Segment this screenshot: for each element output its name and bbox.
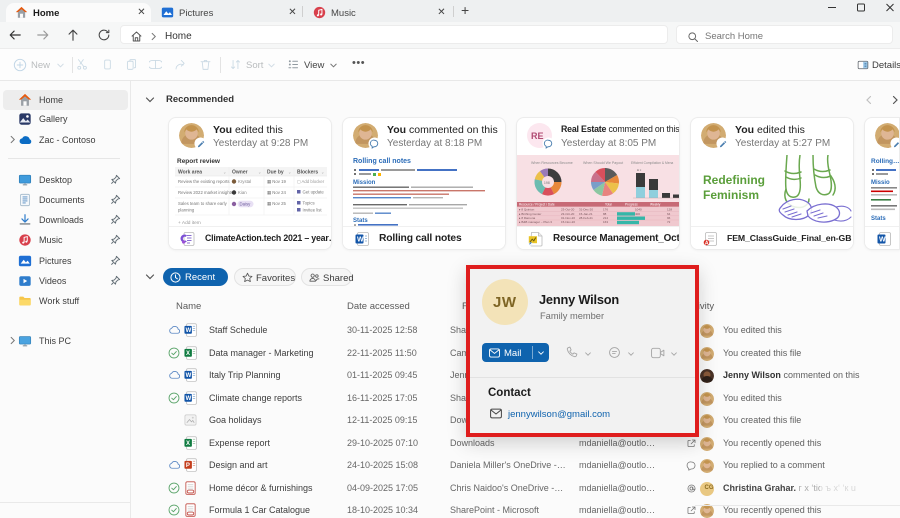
svg-text:W: W bbox=[186, 328, 192, 334]
svg-text:planning: planning bbox=[178, 208, 195, 213]
svg-text:198: 198 bbox=[544, 181, 550, 185]
svg-text:400: 400 bbox=[635, 212, 640, 216]
svg-text:P: P bbox=[186, 463, 190, 469]
svg-text:▦ Nov 25: ▦ Nov 25 bbox=[267, 201, 286, 206]
svg-text:72: 72 bbox=[667, 220, 671, 224]
svg-text:W: W bbox=[357, 237, 364, 244]
svg-text:⌄: ⌄ bbox=[288, 170, 291, 175]
svg-text:X: X bbox=[186, 351, 190, 357]
svg-text:▪▪ ▪: ▪▪ ▪ bbox=[637, 168, 641, 172]
svg-text:⌄: ⌄ bbox=[258, 170, 261, 175]
svg-text:⌄: ⌄ bbox=[223, 170, 226, 175]
svg-text:Get update: Get update bbox=[303, 190, 325, 195]
svg-text:163: 163 bbox=[603, 220, 608, 224]
svg-text:When Resources Become: When Resources Become bbox=[531, 161, 573, 165]
svg-text:Efficient Compilation & Mena: Efficient Compilation & Mena bbox=[631, 161, 673, 165]
svg-text:▦ Nov 24: ▦ Nov 24 bbox=[267, 190, 286, 195]
svg-text:28-Feb-21: 28-Feb-21 bbox=[579, 216, 593, 220]
svg-text:When Should We Payout: When Should We Payout bbox=[583, 161, 623, 165]
svg-text:Stats: Stats bbox=[871, 216, 886, 222]
svg-text:Sales team to share early: Sales team to share early bbox=[178, 201, 228, 206]
svg-text:Stats: Stats bbox=[353, 218, 368, 224]
svg-text:Progress: Progress bbox=[625, 203, 638, 207]
svg-text:Due by: Due by bbox=[267, 170, 284, 176]
svg-text:15-Nov-20: 15-Nov-20 bbox=[561, 220, 575, 224]
svg-text:Review the existing reports: Review the existing reports bbox=[178, 179, 230, 184]
svg-text:Daisy: Daisy bbox=[240, 202, 252, 207]
svg-text:⌄: ⌄ bbox=[321, 170, 324, 175]
svg-text:W: W bbox=[186, 396, 192, 402]
svg-text:W: W bbox=[186, 373, 192, 379]
svg-text:Work area: Work area bbox=[178, 170, 202, 176]
svg-text:◻ Add blocker: ◻ Add blocker bbox=[297, 179, 325, 184]
svg-text:Owner: Owner bbox=[232, 170, 248, 176]
svg-text:A: A bbox=[705, 240, 709, 246]
svg-text:Total: Total bbox=[605, 203, 612, 207]
svg-text:▸ B&B manager – Plan 3: ▸ B&B manager – Plan 3 bbox=[519, 220, 552, 224]
svg-text:Review 2022 market insights: Review 2022 market insights bbox=[178, 190, 233, 195]
svg-text:Missio: Missio bbox=[871, 180, 890, 186]
svg-text:▦ Nov 19: ▦ Nov 19 bbox=[267, 179, 286, 184]
svg-text:W: W bbox=[879, 237, 886, 244]
svg-text:Weekly: Weekly bbox=[650, 203, 661, 207]
svg-text:Invitee list: Invitee list bbox=[303, 208, 323, 213]
svg-text:X: X bbox=[186, 441, 190, 447]
svg-text:Kian: Kian bbox=[238, 190, 247, 195]
svg-text:Blockers: Blockers bbox=[297, 170, 318, 176]
svg-text:Mission: Mission bbox=[353, 180, 376, 186]
svg-text:Topics: Topics bbox=[303, 201, 315, 206]
svg-text:Krystal: Krystal bbox=[238, 179, 251, 184]
svg-text:Resource / Project / Date: Resource / Project / Date bbox=[519, 203, 555, 207]
